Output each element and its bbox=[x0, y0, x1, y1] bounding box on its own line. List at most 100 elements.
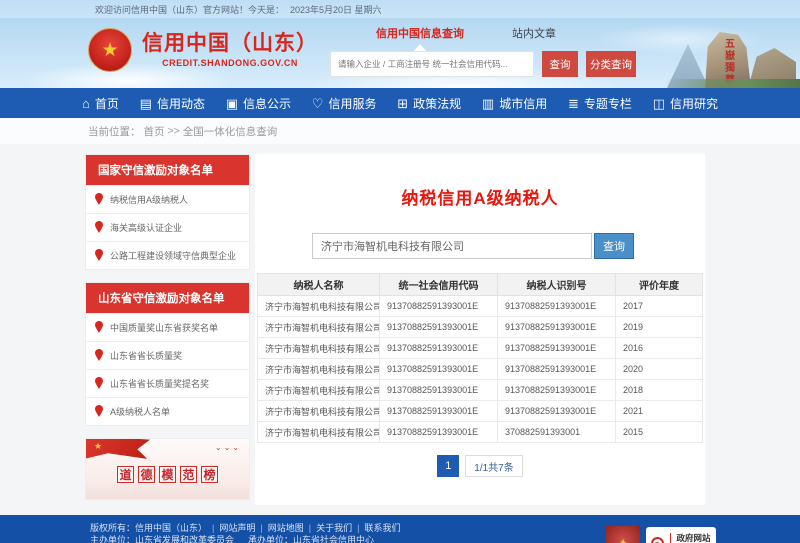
taxpayer-query-button[interactable]: 查询 bbox=[594, 233, 634, 259]
medal-icon bbox=[95, 193, 103, 206]
banner-char: 榜 bbox=[201, 466, 218, 483]
sidebar-section-province: 山东省守信激励对象名单 中国质量奖山东省获奖名单 山东省省长质量奖 山东省省长质… bbox=[85, 282, 250, 426]
cell-eval-year: 2020 bbox=[616, 359, 703, 380]
nav-item-home[interactable]: ⌂ 首页 bbox=[82, 95, 119, 112]
cell-taxpayer-name: 济宁市海智机电科技有限公司 bbox=[258, 422, 380, 443]
main-panel: 纳税信用A级纳税人 查询 纳税人名称 统一社会信用代码 纳税人识别号 评价年度 bbox=[255, 154, 705, 505]
breadcrumb-label: 当前位置： bbox=[88, 124, 141, 139]
nav-item-icon: ≣ bbox=[568, 97, 579, 110]
cell-taxpayer-id: 91370882591393001E bbox=[498, 359, 616, 380]
table-row: 济宁市海智机电科技有限公司 91370882591393001E 9137088… bbox=[258, 359, 703, 380]
cell-taxpayer-id: 91370882591393001E bbox=[498, 317, 616, 338]
breadcrumb: 当前位置： 首页 >> 全国一体化信息查询 bbox=[0, 118, 800, 144]
cell-credit-code: 91370882591393001E bbox=[380, 359, 498, 380]
site-logo[interactable]: ★ 信用中国（山东） CREDIT.SHANDONG.GOV.CN bbox=[88, 28, 318, 72]
page-number-current[interactable]: 1 bbox=[437, 455, 459, 477]
sidebar-item[interactable]: 中国质量奖山东省获奖名单 bbox=[86, 313, 249, 341]
results-table: 纳税人名称 统一社会信用代码 纳税人识别号 评价年度 济宁市海智机电科技有限公司… bbox=[257, 273, 703, 443]
nav-item-icon: ♡ bbox=[312, 97, 324, 110]
sidebar-item-label: 山东省省长质量奖提名奖 bbox=[110, 377, 209, 390]
banner-char: 德 bbox=[138, 466, 155, 483]
sidebar-item[interactable]: 纳税信用A级纳税人 bbox=[86, 185, 249, 213]
main-nav: ⌂ 首页 ▤ 信用动态 ▣ 信息公示 ♡ 信用服务 ⊞ 政策法规 bbox=[0, 88, 800, 118]
tab-site-articles[interactable]: 站内文章 bbox=[512, 25, 556, 41]
header-search-input[interactable] bbox=[330, 51, 534, 77]
emblem-star: ★ bbox=[101, 39, 118, 62]
nav-item-credit-news[interactable]: ▤ 信用动态 bbox=[140, 95, 205, 112]
flag-star-icon: ★ bbox=[94, 441, 102, 452]
table-row: 济宁市海智机电科技有限公司 91370882591393001E 9137088… bbox=[258, 317, 703, 338]
magnifier-icon bbox=[651, 537, 664, 543]
table-row: 济宁市海智机电科技有限公司 91370882591393001E 9137088… bbox=[258, 296, 703, 317]
nav-item-label: 政策法规 bbox=[413, 95, 461, 112]
organizer-text: 主办单位：山东省发展和改革委员会 bbox=[90, 534, 234, 543]
cell-taxpayer-id: 91370882591393001E bbox=[498, 401, 616, 422]
header-query-button[interactable]: 查询 bbox=[542, 51, 578, 77]
nav-item-icon: ▤ bbox=[140, 97, 152, 110]
medal-icon bbox=[95, 249, 103, 262]
col-header-eval-year: 评价年度 bbox=[616, 274, 703, 296]
sidebar-item[interactable]: 山东省省长质量奖 bbox=[86, 341, 249, 369]
nav-item-label: 城市信用 bbox=[499, 95, 547, 112]
cell-eval-year: 2018 bbox=[616, 380, 703, 401]
cell-taxpayer-name: 济宁市海智机电科技有限公司 bbox=[258, 338, 380, 359]
taishan-mountain-image: 五嶽獨尊 bbox=[665, 18, 800, 88]
footer-link[interactable]: 联系我们 bbox=[352, 522, 400, 534]
footer-link[interactable]: 网站地图 bbox=[255, 522, 303, 534]
sidebar-item-label: 山东省省长质量奖 bbox=[110, 349, 182, 362]
footer-link[interactable]: 网站声明 bbox=[207, 522, 255, 534]
current-date: 2023年5月20日 星期六 bbox=[290, 3, 382, 16]
nav-item-city-credit[interactable]: ▥ 城市信用 bbox=[482, 95, 547, 112]
medal-icon bbox=[95, 377, 103, 390]
sidebar-item[interactable]: A级纳税人名单 bbox=[86, 397, 249, 425]
nav-item-special-column[interactable]: ≣ 专题专栏 bbox=[568, 95, 632, 112]
medal-icon bbox=[95, 321, 103, 334]
cell-taxpayer-id: 91370882591393001E bbox=[498, 338, 616, 359]
category-query-button[interactable]: 分类查询 bbox=[586, 51, 636, 77]
nav-item-credit-research[interactable]: ◫ 信用研究 bbox=[653, 95, 718, 112]
undertaker-text: 承办单位：山东省社会信用中心 bbox=[248, 534, 374, 543]
sidebar-item-label: 公路工程建设领域守信典型企业 bbox=[110, 249, 236, 262]
credit-shield-badge[interactable]: ✦ bbox=[606, 526, 640, 543]
page: 欢迎访问信用中国（山东）官方网站！今天是： 2023年5月20日 星期六 ★ 信… bbox=[0, 0, 800, 543]
breadcrumb-current: 全国一体化信息查询 bbox=[183, 124, 278, 139]
breadcrumb-separator: >> bbox=[168, 125, 180, 137]
header-search-module: 信用中国信息查询 站内文章 查询 分类查询 bbox=[330, 22, 636, 77]
footer-link[interactable]: 关于我们 bbox=[304, 522, 352, 534]
nav-item-icon: ◫ bbox=[653, 97, 665, 110]
moral-model-banner[interactable]: ★ ⌄⌄⌄ 道 德 模 范 榜 bbox=[85, 438, 250, 500]
gov-badge-line1: 政府网站 bbox=[676, 533, 710, 543]
cell-credit-code: 91370882591393001E bbox=[380, 422, 498, 443]
nav-item-credit-service[interactable]: ♡ 信用服务 bbox=[312, 95, 377, 112]
cell-credit-code: 91370882591393001E bbox=[380, 401, 498, 422]
medal-icon bbox=[95, 221, 103, 234]
sidebar-item[interactable]: 公路工程建设领域守信典型企业 bbox=[86, 241, 249, 269]
site-url: CREDIT.SHANDONG.GOV.CN bbox=[142, 58, 318, 68]
nav-item-info-publicity[interactable]: ▣ 信息公示 bbox=[226, 95, 291, 112]
cell-credit-code: 91370882591393001E bbox=[380, 338, 498, 359]
table-row: 济宁市海智机电科技有限公司 91370882591393001E 9137088… bbox=[258, 338, 703, 359]
sidebar-item[interactable]: 山东省省长质量奖提名奖 bbox=[86, 369, 249, 397]
sidebar-item-label: A级纳税人名单 bbox=[110, 405, 170, 418]
nav-item-icon: ⌂ bbox=[82, 97, 90, 110]
sidebar-section-title: 国家守信激励对象名单 bbox=[86, 155, 249, 185]
cell-taxpayer-name: 济宁市海智机电科技有限公司 bbox=[258, 401, 380, 422]
tab-credit-info-query[interactable]: 信用中国信息查询 bbox=[376, 25, 464, 41]
breadcrumb-home-link[interactable]: 首页 bbox=[144, 124, 165, 139]
sidebar-item[interactable]: 海关高级认证企业 bbox=[86, 213, 249, 241]
medal-icon bbox=[95, 349, 103, 362]
cell-taxpayer-name: 济宁市海智机电科技有限公司 bbox=[258, 359, 380, 380]
footer: 版权所有：信用中国（山东） 网站声明 网站地图 关于我们 联系我们 主办单位：山… bbox=[0, 515, 800, 543]
taxpayer-search-input[interactable] bbox=[312, 233, 592, 259]
gov-site-error-badge[interactable]: 政府网站 找错 bbox=[646, 527, 716, 543]
cell-credit-code: 91370882591393001E bbox=[380, 317, 498, 338]
shield-star-icon: ✦ bbox=[617, 539, 630, 543]
nav-item-policy[interactable]: ⊞ 政策法规 bbox=[397, 95, 461, 112]
table-row: 济宁市海智机电科技有限公司 91370882591393001E 9137088… bbox=[258, 380, 703, 401]
nav-item-label: 信用研究 bbox=[670, 95, 718, 112]
header-search-row: 查询 分类查询 bbox=[330, 51, 636, 77]
nav-item-icon: ▥ bbox=[482, 97, 494, 110]
table-row: 济宁市海智机电科技有限公司 91370882591393001E 3708825… bbox=[258, 422, 703, 443]
nav-item-icon: ▣ bbox=[226, 97, 238, 110]
page-title: 纳税信用A级纳税人 bbox=[255, 184, 705, 209]
